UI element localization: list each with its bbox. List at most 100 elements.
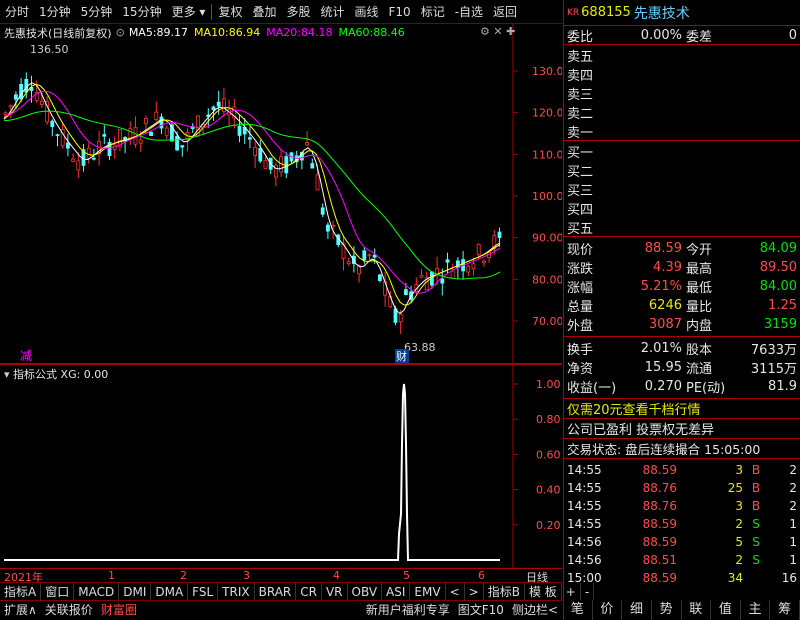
tick-direction: S	[752, 535, 760, 549]
bottom-tab[interactable]: 侧边栏<	[508, 601, 562, 620]
settings-icon[interactable]: ⚙	[480, 25, 490, 38]
tick-direction: B	[751, 481, 761, 495]
plus-icon[interactable]: ✚	[506, 25, 515, 38]
tick-count: 2	[789, 481, 797, 495]
indicator-tab[interactable]: DMA	[151, 583, 189, 600]
chart-header: 先惠技术(日线前复权) ⊙ MA5: 89.17 MA10: 86.94 MA20:…	[4, 25, 405, 40]
tick-price: 88.59	[642, 571, 677, 585]
panel-switch-button[interactable]: 笔	[563, 600, 593, 620]
tick-count: 2	[789, 499, 797, 513]
indicator-tabs: 指标A 窗口 MACD DMI DMA FSL TRIX BRAR CR VR OBV ASI EMV <…	[0, 582, 595, 600]
panel-switch-button[interactable]: 势	[652, 600, 682, 620]
stat-value: 6246	[648, 298, 682, 313]
indicator-tab[interactable]: DMI	[119, 583, 152, 600]
indicator-tab[interactable]: VR	[322, 583, 348, 600]
weibi-label: 委比	[567, 29, 594, 45]
stat-value: 5.21%	[640, 279, 682, 294]
promo-row[interactable]: 仅需20元查看千档行情	[564, 399, 800, 419]
tab-1min[interactable]: 1分钟	[34, 0, 76, 24]
stat-row: 涨跌 4.39 最高 89.50	[564, 258, 800, 277]
tick-price: 88.59	[642, 463, 677, 477]
tick-list[interactable]: 14:55 88.59 3 B 2 14:55 88.76 25 B 2 14:55 88.76 3 B 2…	[564, 459, 800, 587]
panel-switch-button[interactable]: 联	[682, 600, 712, 620]
y-tick-label: 70.00	[532, 315, 562, 328]
tab-5min[interactable]: 5分钟	[76, 0, 118, 24]
bottom-tab[interactable]: 新用户福利专享	[362, 601, 454, 620]
sell-orders: 卖五 卖四 卖三 卖二 卖一	[564, 45, 800, 141]
indicator-tab[interactable]: 指标B	[484, 583, 525, 600]
buy-level-label: 买二	[567, 165, 594, 180]
reduce-marker[interactable]: 减	[20, 349, 32, 363]
draw-line-button[interactable]: 画线	[350, 0, 384, 24]
indicator-tab[interactable]: MACD	[74, 583, 120, 600]
stat-row: 外盘 3087 内盘 3159	[564, 315, 800, 334]
tick-row: 15:00 88.59 34 16	[564, 569, 800, 587]
stat-value: 4.39	[653, 260, 682, 275]
stat-value: 84.09	[759, 241, 797, 256]
tick-volume: 5	[735, 535, 743, 549]
tick-price: 88.76	[642, 499, 677, 513]
tick-volume: 34	[727, 571, 743, 585]
indicator-tab[interactable]: <	[446, 583, 465, 600]
indicator-tab[interactable]: 窗口	[41, 583, 75, 600]
indicator-tab[interactable]: EMV	[410, 583, 446, 600]
panel-switch-button[interactable]: 细	[622, 600, 652, 620]
bottom-tab[interactable]: 财富圈	[97, 601, 141, 620]
tick-price: 88.76	[642, 481, 677, 495]
bottom-tab[interactable]: 图文F10	[454, 601, 508, 620]
buy-level: 买二	[564, 161, 800, 180]
multi-stock-button[interactable]: 多股	[281, 0, 315, 24]
indicator-tab[interactable]: ASI	[382, 583, 411, 600]
indicator-tab[interactable]: 指标A	[0, 583, 42, 600]
y-tick-label: 110.0	[532, 148, 562, 161]
tab-15min[interactable]: 15分钟	[117, 0, 166, 24]
bottom-tab[interactable]: 关联报价	[41, 601, 97, 620]
close-icon[interactable]: ✕	[493, 25, 502, 38]
status-row: 交易状态: 盘后连续撮合 15:05:00	[564, 439, 800, 459]
fund-label: 收益(一)	[567, 381, 617, 396]
panel-switch-button[interactable]: 值	[711, 600, 741, 620]
indicator-tab[interactable]: 模 板	[525, 583, 562, 600]
overlay-button[interactable]: 叠加	[247, 0, 281, 24]
indicator-tab[interactable]: BRAR	[255, 583, 297, 600]
chevron-down-icon[interactable]: ▾	[4, 368, 10, 381]
stat-value: 3087	[648, 317, 682, 332]
watchlist-button[interactable]: -自选	[450, 0, 488, 24]
indicator-tab[interactable]: FSL	[188, 583, 219, 600]
back-button[interactable]: 返回	[488, 0, 522, 24]
weicha-value: 0	[788, 27, 797, 43]
candlestick-chart[interactable]: 130.0 120.0 110.0 100.0 90.00 80.00 70.00 136.…	[0, 24, 562, 364]
stats-button[interactable]: 统计	[315, 0, 349, 24]
tick-volume: 2	[735, 517, 743, 531]
panel-switch-button[interactable]: 主	[741, 600, 771, 620]
fuquan-button[interactable]: 复权	[213, 0, 247, 24]
stat-value: 84.00	[759, 279, 797, 294]
dropdown-icon[interactable]: ⊙	[116, 26, 125, 39]
mark-button[interactable]: 标记	[416, 0, 450, 24]
ma60-label: MA60:	[338, 26, 374, 39]
indicator-chart[interactable]: 1.00 0.80 0.60 0.40 0.20	[0, 364, 562, 568]
tick-price: 88.51	[642, 553, 677, 567]
stock-code: 688155	[581, 5, 631, 20]
tick-row: 14:55 88.59 2 S 1	[564, 515, 800, 533]
more-menu[interactable]: 更多 ▾	[167, 0, 211, 24]
y-tick-label: 80.00	[532, 273, 562, 286]
indicator-tab[interactable]: >	[465, 583, 484, 600]
tab-fenshi[interactable]: 分时	[0, 0, 34, 24]
panel-switch-button[interactable]: 筹	[770, 600, 800, 620]
indicator-tab[interactable]: OBV	[348, 583, 383, 600]
panel-switcher: 笔价细势联值主筹	[563, 600, 800, 620]
ma60-value: 88.46	[373, 26, 405, 39]
fund-label: 股本	[686, 343, 713, 358]
indicator-tab[interactable]: TRIX	[218, 583, 255, 600]
bottom-tab[interactable]: 扩展∧	[0, 601, 41, 620]
f10-button[interactable]: F10	[384, 0, 416, 24]
indicator-tab[interactable]: CR	[296, 583, 322, 600]
stock-name[interactable]: 先惠技术	[634, 3, 690, 23]
finance-marker[interactable]: 财	[396, 349, 407, 363]
sell-level-label: 卖四	[567, 69, 594, 84]
stat-label: 最高	[686, 262, 713, 277]
panel-switch-button[interactable]: 价	[593, 600, 623, 620]
ma20-label: MA20:	[266, 26, 301, 39]
fund-value: 0.270	[644, 379, 682, 394]
